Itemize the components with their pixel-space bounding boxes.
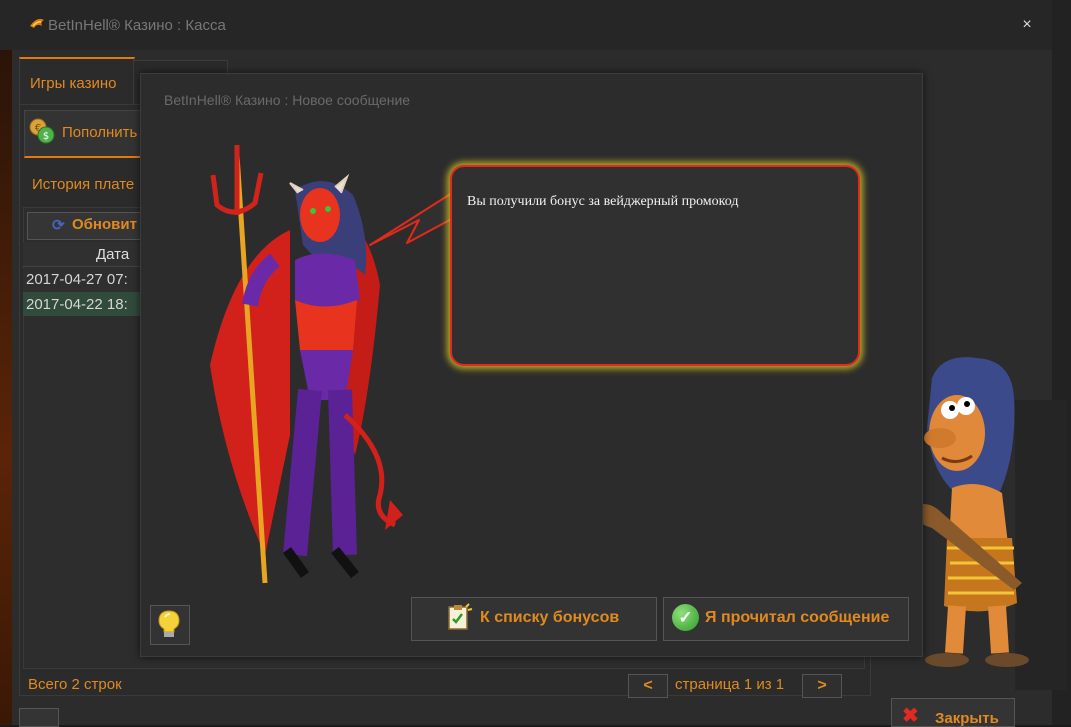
refresh-button-label: Обновит — [72, 216, 137, 233]
row-date-cell: 2017-04-27 07: — [26, 271, 128, 288]
deposit-button-label: Пополнить — [62, 124, 138, 141]
dialog-title: BetInHell® Казино : Новое сообщение — [164, 92, 411, 108]
prev-page-button[interactable]: < — [628, 674, 668, 698]
bonus-list-button-label: К списку бонусов — [480, 609, 620, 626]
coins-icon: € $ — [29, 118, 55, 144]
page-info: страница 1 из 1 — [675, 676, 785, 693]
hint-button-partial[interactable] — [19, 708, 59, 727]
close-icon: ✖ — [902, 705, 919, 727]
caveman-mascot-image — [912, 357, 1029, 667]
mark-read-button-label: Я прочитал сообщение — [705, 609, 890, 626]
check-icon: ✓ — [672, 604, 699, 631]
payment-history-title: История плате — [32, 176, 135, 193]
close-button-label: Закрыть — [935, 710, 999, 727]
row-date-cell: 2017-04-22 18: — [26, 296, 128, 313]
window-title: BetInHell® Казино : Касса — [48, 17, 226, 34]
refresh-icon: ⟳ — [52, 217, 65, 234]
tab-casino-games-label: Игры казино — [30, 75, 117, 92]
speech-bubble-tail — [369, 192, 460, 246]
message-text: Вы получили бонус за вейджерный промокод — [467, 194, 739, 209]
app-logo-icon — [30, 18, 44, 28]
next-page-button[interactable]: > — [802, 674, 842, 698]
lightbulb-icon — [158, 610, 180, 637]
desktop-background — [0, 50, 12, 725]
total-rows-label: Всего 2 строк — [28, 676, 122, 693]
svg-text:$: $ — [43, 131, 49, 142]
column-header-date[interactable]: Дата — [96, 246, 129, 263]
window-close-icon[interactable]: × — [1018, 16, 1036, 34]
clipboard-icon — [448, 603, 473, 630]
